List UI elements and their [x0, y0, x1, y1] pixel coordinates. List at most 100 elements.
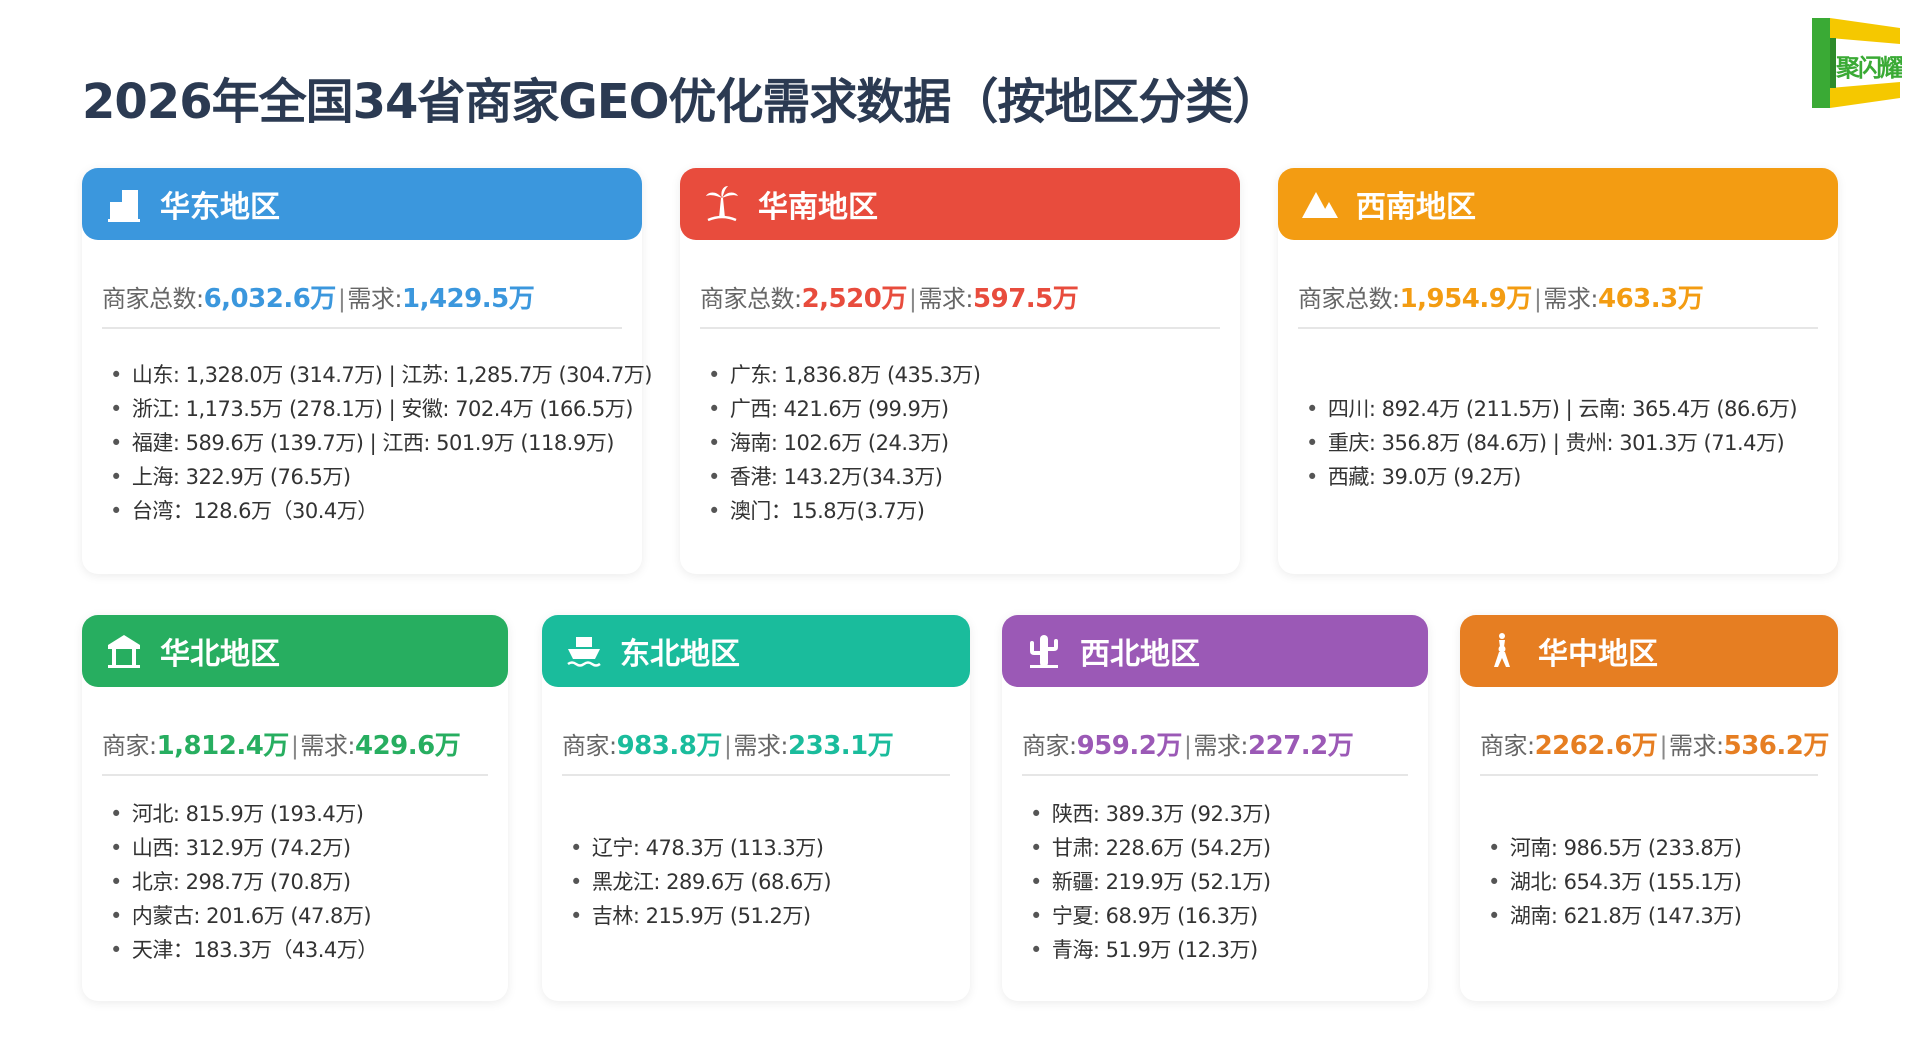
demand-total: 597.5万	[973, 284, 1079, 314]
demand-label: 需求:	[918, 285, 974, 313]
summary-separator: |	[1183, 732, 1192, 760]
list-item: • 山东: 1,328.0万 (314.7万) | 江苏: 1,285.7万 (3…	[110, 363, 653, 387]
demand-total: 233.1万	[788, 731, 894, 761]
demand-total: 227.2万	[1248, 731, 1354, 761]
demand-total: 463.3万	[1598, 284, 1704, 314]
region-card-south: 华南地区 商家总数:2,520万|需求:597.5万 • 广东: 1,836.8万…	[680, 168, 1240, 574]
list-item: • 海南: 102.6万 (24.3万)	[708, 431, 949, 455]
list-item: • 青海: 51.9万 (12.3万)	[1030, 938, 1258, 962]
merchant-total: 1,812.4万	[156, 731, 290, 761]
summary-separator: |	[908, 285, 917, 313]
region-summary: 商家:959.2万|需求:227.2万	[1022, 725, 1408, 776]
list-item: • 甘肃: 228.6万 (54.2万)	[1030, 836, 1271, 860]
region-header-northwest: 西北地区	[1002, 615, 1428, 687]
list-item: • 浙江: 1,173.5万 (278.1万) | 安徽: 702.4万 (166…	[110, 397, 633, 421]
list-item: • 宁夏: 68.9万 (16.3万)	[1030, 904, 1258, 928]
summary-separator: |	[1533, 285, 1542, 313]
list-item: • 澳门：15.8万(3.7万)	[708, 499, 925, 523]
region-card-central: 华中地区 商家:2262.6万|需求:536.2万 • 河南: 986.5万 (2…	[1460, 615, 1838, 1001]
merchant-label: 商家总数:	[700, 285, 802, 313]
list-item: • 湖南: 621.8万 (147.3万)	[1488, 904, 1742, 928]
merchant-total: 1,954.9万	[1399, 284, 1533, 314]
list-item: • 陕西: 389.3万 (92.3万)	[1030, 802, 1271, 826]
region-title: 东北地区	[620, 637, 740, 672]
province-list: • 河北: 815.9万 (193.4万) • 山西: 312.9万 (74.2万)…	[110, 797, 498, 967]
list-item: • 辽宁: 478.3万 (113.3万)	[570, 836, 824, 860]
list-item: • 重庆: 356.8万 (84.6万) | 贵州: 301.3万 (71.4万)	[1306, 431, 1785, 455]
region-summary: 商家总数:2,520万|需求:597.5万	[700, 278, 1220, 329]
list-item: • 广西: 421.6万 (99.9万)	[708, 397, 949, 421]
list-item: • 上海: 322.9万 (76.5万)	[110, 465, 351, 489]
demand-label: 需求:	[1193, 732, 1249, 760]
logo-text: 聚闪耀	[1836, 54, 1902, 82]
summary-separator: |	[290, 732, 299, 760]
merchant-label: 商家:	[102, 732, 157, 760]
demand-total: 1,429.5万	[402, 284, 535, 314]
region-summary: 商家:1,812.4万|需求:429.6万	[102, 725, 488, 776]
merchant-total: 6,032.6万	[203, 284, 337, 314]
list-item: • 广东: 1,836.8万 (435.3万)	[708, 363, 981, 387]
province-list: • 陕西: 389.3万 (92.3万) • 甘肃: 228.6万 (54.2万) …	[1030, 797, 1418, 967]
region-header-northeast: 东北地区	[542, 615, 970, 687]
list-item: • 西藏: 39.0万 (9.2万)	[1306, 465, 1521, 489]
list-item: • 台湾：128.6万（30.4万）	[110, 499, 378, 523]
region-title: 华中地区	[1538, 637, 1658, 672]
list-item: • 黑龙江: 289.6万 (68.6万)	[570, 870, 832, 894]
region-header-south: 华南地区	[680, 168, 1240, 240]
region-card-north: 华北地区 商家:1,812.4万|需求:429.6万 • 河北: 815.9万 (…	[82, 615, 508, 1001]
merchant-label: 商家:	[1480, 732, 1535, 760]
demand-label: 需求:	[300, 732, 355, 760]
tower-icon	[1482, 631, 1522, 671]
demand-label: 需求:	[733, 732, 789, 760]
demand-label: 需求:	[1543, 285, 1598, 313]
list-item: • 河南: 986.5万 (233.8万)	[1488, 836, 1742, 860]
merchant-label: 商家总数:	[102, 285, 204, 313]
region-header-southwest: 西南地区	[1278, 168, 1838, 240]
region-title: 华北地区	[160, 637, 280, 672]
list-item: • 香港: 143.2万(34.3万)	[708, 465, 943, 489]
region-header-central: 华中地区	[1460, 615, 1838, 687]
merchant-total: 2,520万	[801, 284, 908, 314]
province-list: • 辽宁: 478.3万 (113.3万) • 黑龙江: 289.6万 (68.6万…	[570, 831, 960, 933]
province-list: • 广东: 1,836.8万 (435.3万) • 广西: 421.6万 (99.9…	[708, 358, 1230, 528]
page-title: 2026年全国34省商家GEO优化需求数据（按地区分类）	[82, 74, 1280, 130]
region-title: 华东地区	[160, 190, 280, 225]
merchant-label: 商家总数:	[1298, 285, 1400, 313]
region-title: 华南地区	[758, 190, 878, 225]
merchant-total: 983.8万	[616, 731, 723, 761]
mountain-icon	[1300, 184, 1340, 224]
list-item: • 湖北: 654.3万 (155.1万)	[1488, 870, 1742, 894]
list-item: • 新疆: 219.9万 (52.1万)	[1030, 870, 1271, 894]
province-list: • 四川: 892.4万 (211.5万) | 云南: 365.4万 (86.6万…	[1306, 392, 1828, 494]
region-summary: 商家总数:1,954.9万|需求:463.3万	[1298, 278, 1818, 329]
demand-total: 536.2万	[1723, 731, 1830, 761]
building-icon	[104, 184, 144, 224]
list-item: • 山西: 312.9万 (74.2万)	[110, 836, 351, 860]
region-title: 西北地区	[1080, 637, 1200, 672]
region-card-northeast: 东北地区 商家:983.8万|需求:233.1万 • 辽宁: 478.3万 (11…	[542, 615, 970, 1001]
palm-tree-icon	[702, 184, 742, 224]
list-item: • 内蒙古: 201.6万 (47.8万)	[110, 904, 372, 928]
region-header-east: 华东地区	[82, 168, 642, 240]
region-summary: 商家:983.8万|需求:233.1万	[562, 725, 950, 776]
list-item: • 天津：183.3万（43.4万）	[110, 938, 378, 962]
cactus-icon	[1024, 631, 1064, 671]
demand-label: 需求:	[347, 285, 402, 313]
merchant-total: 2262.6万	[1534, 731, 1658, 761]
list-item: • 吉林: 215.9万 (51.2万)	[570, 904, 811, 928]
region-header-north: 华北地区	[82, 615, 508, 687]
region-card-northwest: 西北地区 商家:959.2万|需求:227.2万 • 陕西: 389.3万 (92…	[1002, 615, 1428, 1001]
province-list: • 山东: 1,328.0万 (314.7万) | 江苏: 1,285.7万 (3…	[110, 358, 653, 528]
ship-icon	[564, 631, 604, 671]
summary-separator: |	[1659, 732, 1668, 760]
summary-separator: |	[337, 285, 346, 313]
list-item: • 河北: 815.9万 (193.4万)	[110, 802, 364, 826]
list-item: • 福建: 589.6万 (139.7万) | 江西: 501.9万 (118.9…	[110, 431, 614, 455]
region-summary: 商家:2262.6万|需求:536.2万	[1480, 725, 1829, 776]
summary-separator: |	[723, 732, 732, 760]
demand-total: 429.6万	[355, 731, 461, 761]
demand-label: 需求:	[1669, 732, 1724, 760]
merchant-label: 商家:	[1022, 732, 1077, 760]
list-item: • 北京: 298.7万 (70.8万)	[110, 870, 351, 894]
merchant-total: 959.2万	[1076, 731, 1183, 761]
